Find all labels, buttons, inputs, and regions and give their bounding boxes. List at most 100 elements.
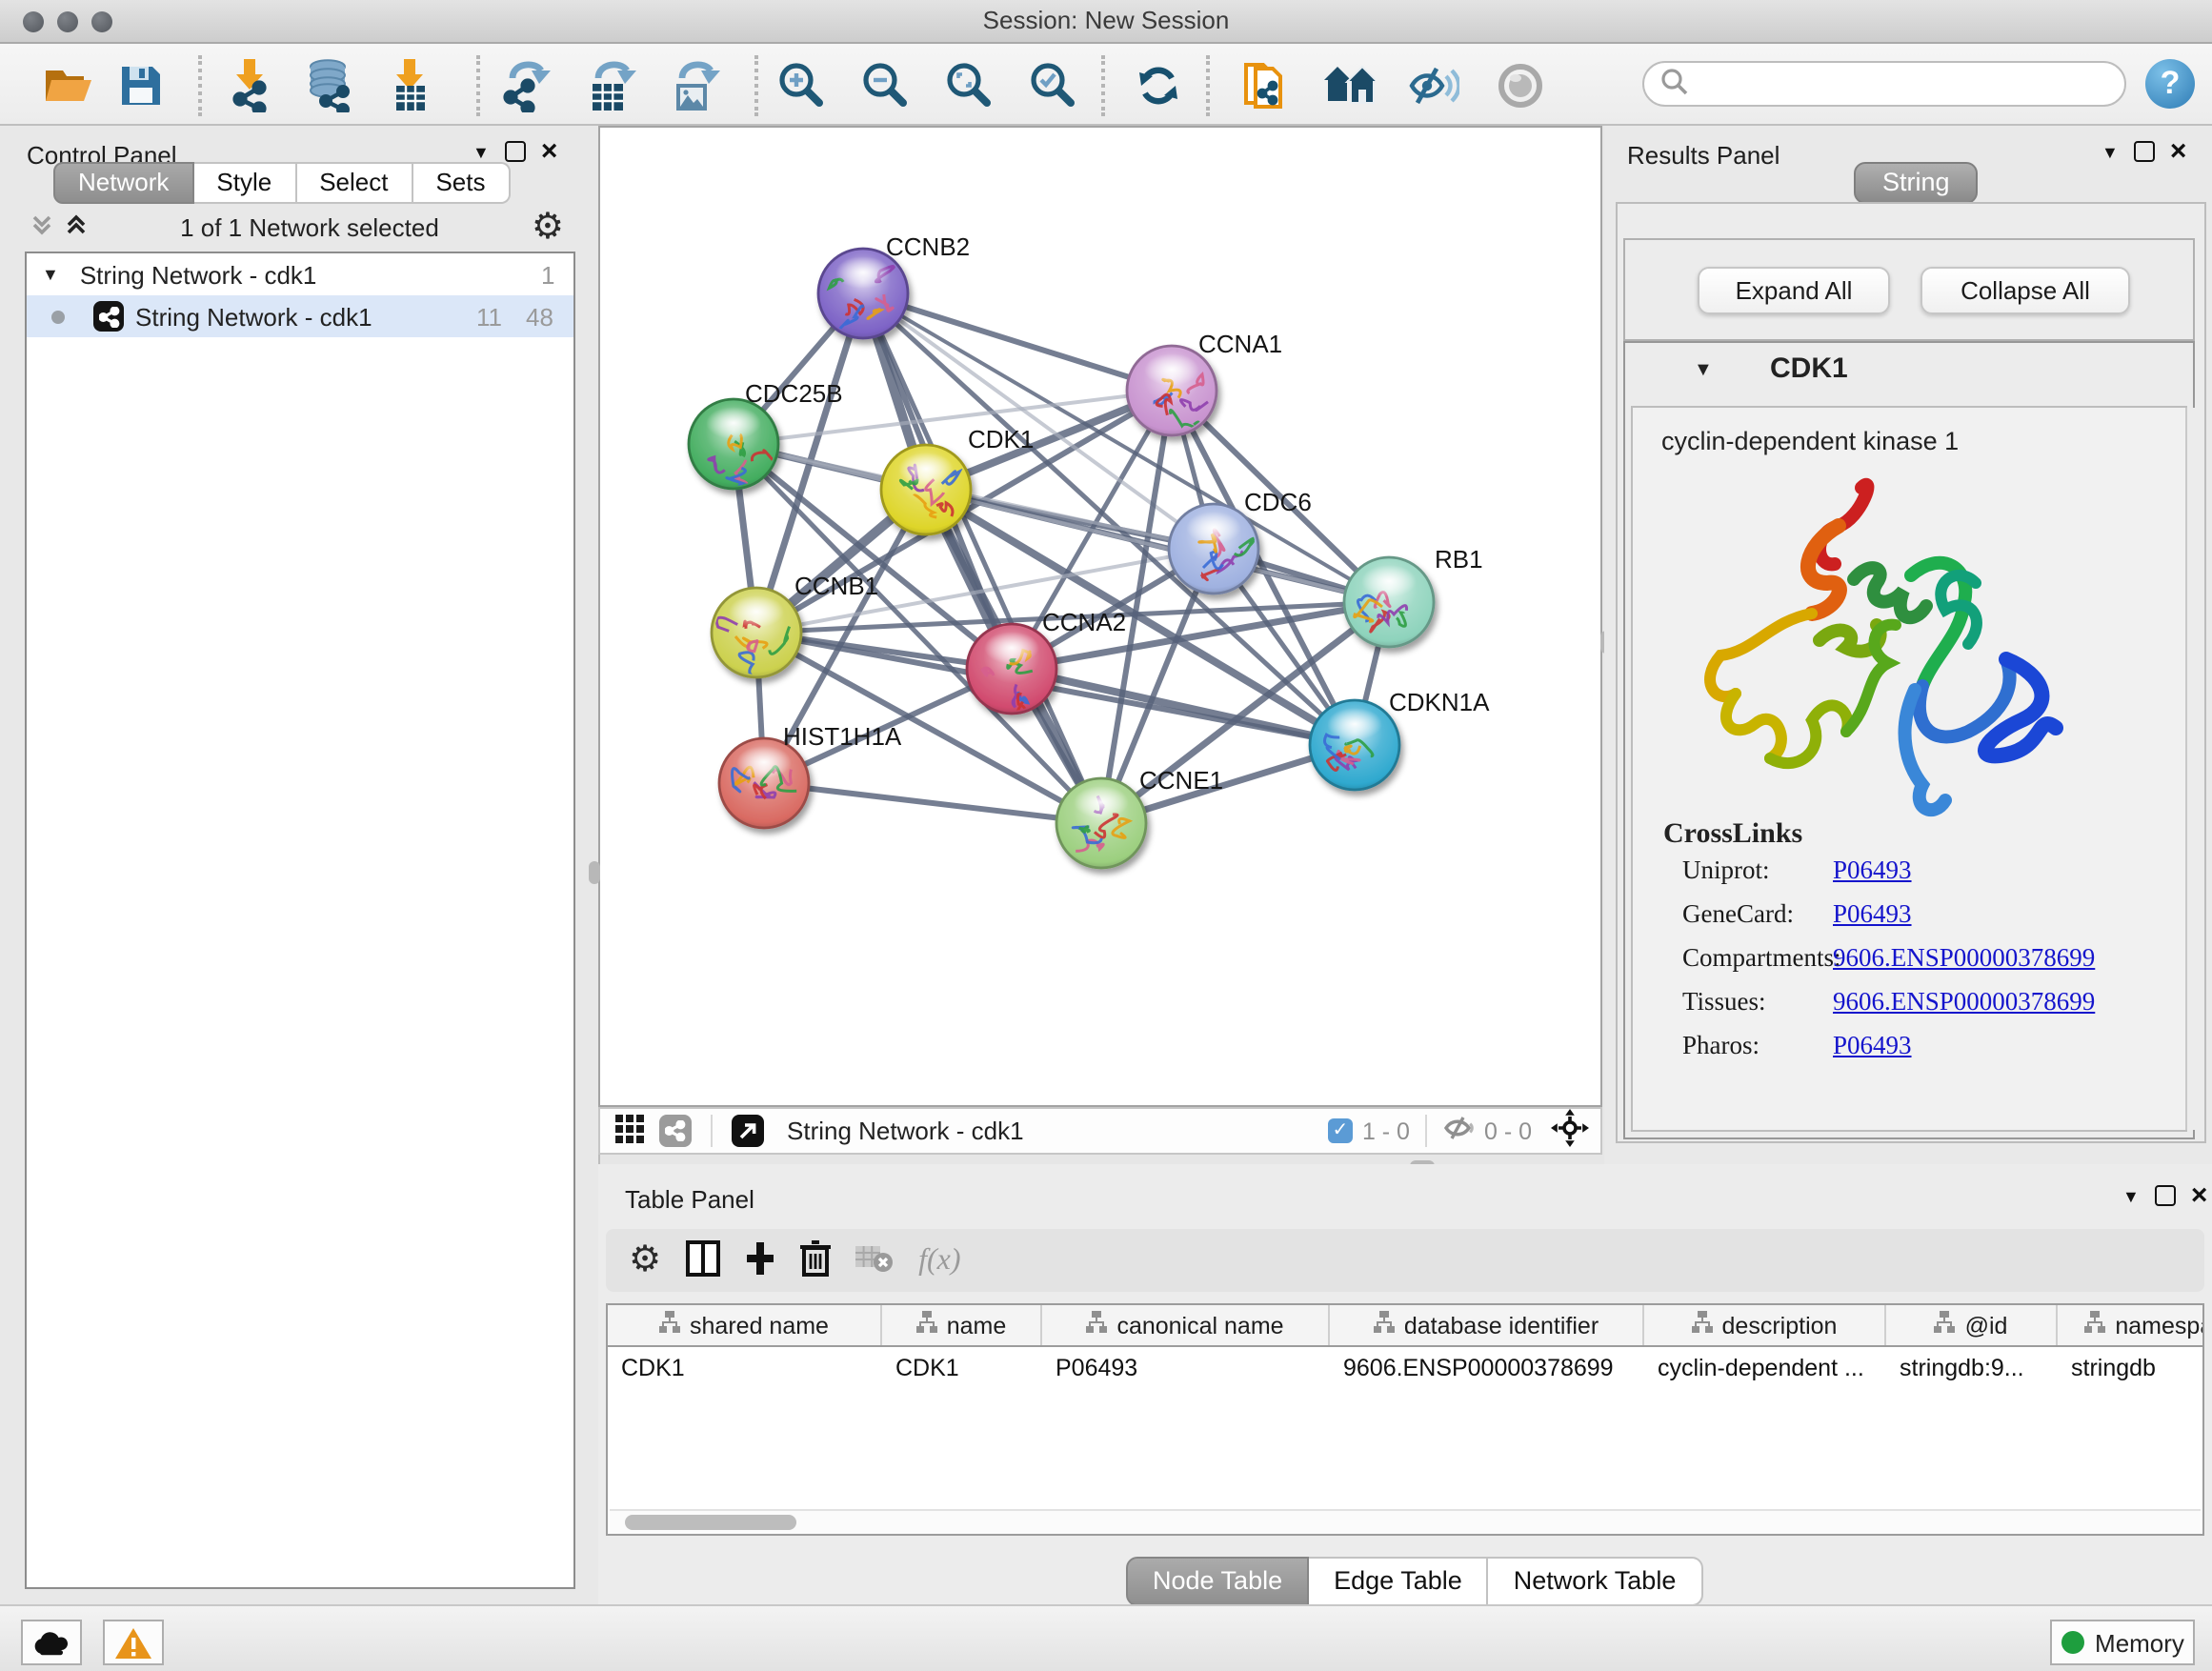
collapse-all-icon[interactable] bbox=[30, 212, 53, 241]
tab-network-table[interactable]: Network Table bbox=[1489, 1557, 1703, 1606]
column-header-label: canonical name bbox=[1116, 1312, 1283, 1339]
column-header-description[interactable]: description bbox=[1644, 1305, 1886, 1345]
node-HIST1H1A[interactable] bbox=[719, 738, 809, 828]
crosslink-link[interactable]: 9606.ENSP00000378699 bbox=[1833, 943, 2095, 974]
results-panel-float-icon[interactable] bbox=[2134, 141, 2155, 162]
node-label-RB1: RB1 bbox=[1435, 545, 1483, 574]
help-icon[interactable]: ? bbox=[2145, 59, 2195, 109]
table-cell[interactable]: 9606.ENSP00000378699 bbox=[1330, 1354, 1644, 1380]
collection-expand-icon[interactable]: ▼ bbox=[42, 265, 59, 284]
string-view-icon[interactable] bbox=[659, 1115, 692, 1147]
table-cell[interactable]: stringdb bbox=[2058, 1354, 2204, 1380]
cloud-button[interactable] bbox=[21, 1620, 82, 1665]
control-panel-menu-icon[interactable]: ▼ bbox=[473, 142, 490, 161]
table-cell[interactable]: CDK1 bbox=[882, 1354, 1042, 1380]
table-cell[interactable]: P06493 bbox=[1042, 1354, 1330, 1380]
results-scrollbar[interactable] bbox=[2185, 408, 2199, 1130]
node-CCNA1[interactable] bbox=[1127, 346, 1217, 435]
string-files-icon[interactable] bbox=[1238, 59, 1292, 112]
node-table[interactable]: shared namename canonical name database id… bbox=[606, 1303, 2204, 1536]
show-columns-icon[interactable] bbox=[686, 1239, 720, 1281]
export-network-icon[interactable] bbox=[501, 59, 554, 112]
crosslink-link[interactable]: P06493 bbox=[1833, 856, 1912, 886]
refresh-icon[interactable] bbox=[1132, 59, 1185, 112]
network-row[interactable]: String Network - cdk1 11 48 bbox=[27, 295, 573, 337]
search-input[interactable] bbox=[1642, 61, 2126, 107]
warning-button[interactable] bbox=[103, 1620, 164, 1665]
hidden-eye-icon[interactable] bbox=[1442, 1115, 1475, 1147]
zoom-fit-icon[interactable] bbox=[943, 59, 996, 112]
hide-unselected-eye-icon[interactable] bbox=[1406, 59, 1459, 112]
birds-eye-icon[interactable] bbox=[1551, 1109, 1589, 1153]
node-CDK1[interactable] bbox=[881, 445, 971, 534]
table-toolbar: ⚙ f(x) bbox=[606, 1229, 2204, 1292]
network-options-gear-icon[interactable]: ⚙ bbox=[532, 209, 564, 245]
tab-sets[interactable]: Sets bbox=[412, 162, 510, 204]
crosslink-link[interactable]: P06493 bbox=[1833, 899, 1912, 930]
delete-column-icon[interactable] bbox=[800, 1238, 831, 1282]
table-hscrollbar-thumb[interactable] bbox=[625, 1515, 796, 1530]
table-panel-float-icon[interactable] bbox=[2155, 1185, 2176, 1206]
grid-view-icon[interactable] bbox=[615, 1114, 644, 1148]
network-collection-row[interactable]: ▼ String Network - cdk1 1 bbox=[27, 253, 573, 295]
expand-all-icon[interactable] bbox=[65, 212, 88, 241]
tab-string[interactable]: String bbox=[1854, 162, 1979, 204]
home-icon[interactable] bbox=[1322, 59, 1376, 112]
add-column-icon[interactable] bbox=[745, 1239, 775, 1281]
table-cell[interactable]: CDK1 bbox=[608, 1354, 882, 1380]
export-image-icon[interactable] bbox=[669, 59, 722, 112]
node-CCNB1[interactable] bbox=[712, 588, 801, 678]
export-table-icon[interactable] bbox=[585, 59, 638, 112]
save-session-icon[interactable] bbox=[114, 59, 168, 112]
open-session-icon[interactable] bbox=[42, 59, 95, 112]
network-canvas[interactable]: CCNB2CCNA1CDC25BCDK1CDC6RB1CCNB1CCNA2CDK… bbox=[598, 126, 1602, 1107]
detach-view-icon[interactable] bbox=[732, 1115, 764, 1147]
toolbar-separator bbox=[754, 55, 758, 116]
edge-CCNB2-CCNA1[interactable] bbox=[863, 293, 1172, 391]
column-header--id[interactable]: @id bbox=[1886, 1305, 2058, 1345]
zoom-in-icon[interactable] bbox=[775, 59, 829, 112]
left-splitter-handle[interactable] bbox=[589, 861, 600, 884]
column-header-name[interactable]: name bbox=[882, 1305, 1042, 1345]
selected-checkbox-icon[interactable]: ✓ bbox=[1328, 1118, 1353, 1143]
crosslink-link[interactable]: 9606.ENSP00000378699 bbox=[1833, 987, 2095, 1017]
import-network-icon[interactable] bbox=[223, 59, 276, 112]
results-panel-close-icon[interactable]: × bbox=[2170, 143, 2187, 160]
tab-style[interactable]: Style bbox=[193, 162, 296, 204]
collapse-all-button[interactable]: Collapse All bbox=[1920, 267, 2130, 314]
table-panel-menu-icon[interactable]: ▼ bbox=[2122, 1186, 2140, 1205]
memory-button[interactable]: Memory bbox=[2050, 1620, 2195, 1665]
control-panel-close-icon[interactable]: × bbox=[541, 143, 558, 160]
control-panel-float-icon[interactable] bbox=[505, 141, 526, 162]
column-header-database-identifier[interactable]: database identifier bbox=[1330, 1305, 1644, 1345]
zoom-selected-icon[interactable] bbox=[1027, 59, 1080, 112]
zoom-out-icon[interactable] bbox=[859, 59, 913, 112]
edge-CCNE1-HIST1H1A[interactable] bbox=[764, 783, 1101, 823]
crosslink-link[interactable]: P06493 bbox=[1833, 1031, 1912, 1061]
table-cell[interactable]: stringdb:9... bbox=[1886, 1354, 2058, 1380]
tab-select[interactable]: Select bbox=[296, 162, 412, 204]
node-CCNE1[interactable] bbox=[1056, 778, 1146, 868]
column-header-canonical-name[interactable]: canonical name bbox=[1042, 1305, 1330, 1345]
column-header-namespace[interactable]: namespace bbox=[2058, 1305, 2204, 1345]
table-panel-close-icon[interactable]: × bbox=[2191, 1187, 2208, 1204]
table-options-gear-icon[interactable]: ⚙ bbox=[629, 1242, 661, 1278]
protein-collapse-icon[interactable]: ▼ bbox=[1694, 360, 1713, 381]
column-header-label: namespace bbox=[2115, 1312, 2204, 1339]
node-CDKN1A[interactable] bbox=[1310, 700, 1399, 790]
table-row[interactable]: CDK1CDK1P064939606.ENSP00000378699cyclin… bbox=[608, 1347, 2202, 1387]
tab-network[interactable]: Network bbox=[53, 162, 193, 204]
expand-all-button[interactable]: Expand All bbox=[1698, 267, 1890, 314]
import-network-from-database-icon[interactable] bbox=[303, 59, 356, 112]
tab-node-table[interactable]: Node Table bbox=[1126, 1557, 1309, 1606]
table-hscrollbar[interactable] bbox=[610, 1509, 2201, 1534]
results-panel-menu-icon[interactable]: ▼ bbox=[2101, 142, 2119, 161]
node-CCNB2[interactable] bbox=[818, 249, 908, 338]
column-header-shared-name[interactable]: shared name bbox=[608, 1305, 882, 1345]
table-cell[interactable]: cyclin-dependent ... bbox=[1644, 1354, 1886, 1380]
import-table-icon[interactable] bbox=[383, 59, 436, 112]
tab-edge-table[interactable]: Edge Table bbox=[1309, 1557, 1489, 1606]
node-RB1[interactable] bbox=[1344, 557, 1434, 647]
node-CDC6[interactable] bbox=[1169, 504, 1258, 594]
node-label-CCNA2: CCNA2 bbox=[1042, 608, 1126, 636]
